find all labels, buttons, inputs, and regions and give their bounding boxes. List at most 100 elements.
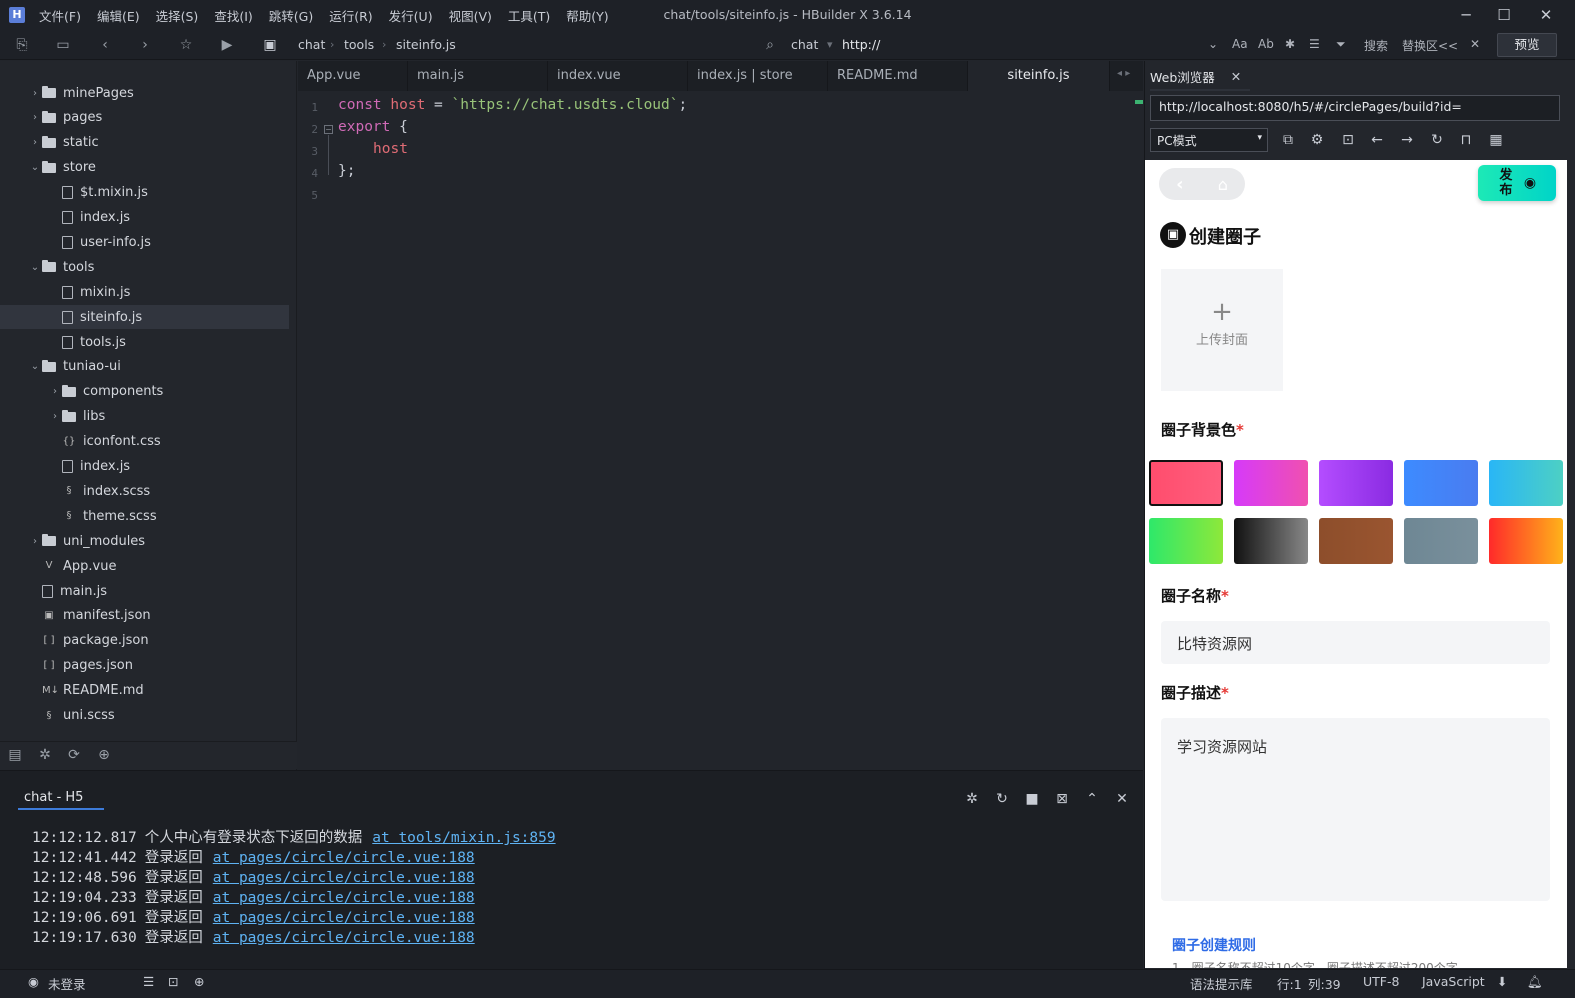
tree-item[interactable]: tools.js bbox=[0, 330, 289, 354]
source-control-icon[interactable]: ⟳ bbox=[64, 745, 84, 765]
chevron-right-icon[interactable]: › bbox=[28, 536, 42, 547]
screenshot-icon[interactable]: ⧉ bbox=[1278, 130, 1298, 150]
browser-url-input[interactable]: http://localhost:8080/h5/#/circlePages/b… bbox=[1150, 95, 1560, 121]
tree-item[interactable]: M↓ README.md bbox=[0, 679, 289, 703]
breadcrumb-item[interactable]: tools bbox=[344, 37, 374, 52]
log-source-link[interactable]: at tools/mixin.js:859 bbox=[372, 830, 555, 846]
debug-icon[interactable]: ✲ bbox=[35, 745, 55, 765]
search-button[interactable]: 搜索 bbox=[1364, 37, 1388, 54]
tree-item[interactable]: main.js bbox=[0, 579, 289, 603]
tree-item[interactable]: ▣ manifest.json bbox=[0, 604, 289, 628]
color-swatch[interactable] bbox=[1489, 518, 1563, 564]
maximize-icon[interactable]: ☐ bbox=[1493, 4, 1515, 26]
editor-tab[interactable]: main.js bbox=[408, 61, 548, 91]
chevron-right-icon[interactable]: › bbox=[48, 411, 62, 422]
chevron-down-icon[interactable]: ⌄ bbox=[28, 361, 42, 372]
color-swatch[interactable] bbox=[1404, 460, 1478, 506]
chevron-down-icon[interactable]: ⌄ bbox=[28, 162, 42, 173]
log-source-link[interactable]: at pages/circle/circle.vue:188 bbox=[213, 930, 475, 946]
new-file-icon[interactable]: ⎘ bbox=[12, 35, 32, 55]
maximize-panel-icon[interactable]: ⌃ bbox=[1082, 789, 1102, 809]
circle-desc-textarea[interactable]: 学习资源网站 bbox=[1161, 718, 1550, 901]
settings-icon[interactable]: ⚙ bbox=[1307, 130, 1327, 150]
menu-item[interactable]: 查找(I) bbox=[214, 6, 252, 25]
match-word-icon[interactable]: Ab bbox=[1258, 37, 1274, 51]
tab-scroll-icon[interactable]: ◂ ▸ bbox=[1117, 68, 1130, 79]
lock-icon[interactable]: ⊓ bbox=[1456, 130, 1476, 150]
fold-icon[interactable]: − bbox=[324, 125, 333, 134]
color-swatch[interactable] bbox=[1489, 460, 1563, 506]
chevron-down-icon[interactable]: ⌄ bbox=[28, 262, 42, 273]
color-swatch[interactable] bbox=[1234, 518, 1308, 564]
download-icon[interactable]: ⬇ bbox=[1497, 974, 1507, 989]
editor-tab[interactable]: index.js | store bbox=[688, 61, 828, 91]
code-editor[interactable]: 1 2 3 4 5 − const host = `https://chat.u… bbox=[298, 91, 1143, 769]
close-panel-icon[interactable]: ✕ bbox=[1112, 789, 1132, 809]
syntax-library[interactable]: 语法提示库 bbox=[1190, 974, 1253, 993]
tree-item[interactable]: › components bbox=[0, 380, 289, 404]
circle-name-input[interactable]: 比特资源网 bbox=[1161, 621, 1550, 664]
breadcrumb-item[interactable]: chat bbox=[298, 37, 325, 52]
menu-item[interactable]: 编辑(E) bbox=[97, 6, 140, 25]
chevron-right-icon[interactable]: › bbox=[28, 137, 42, 148]
tree-item[interactable]: siteinfo.js bbox=[0, 305, 289, 330]
tree-item[interactable]: › static bbox=[0, 131, 289, 155]
browse-icon[interactable]: ⌕ bbox=[760, 35, 780, 55]
restart-icon[interactable]: ↻ bbox=[992, 789, 1012, 809]
explorer-icon[interactable]: ▤ bbox=[5, 745, 25, 765]
replace-toggle[interactable]: 替换区<< bbox=[1402, 37, 1458, 54]
tree-item[interactable]: index.js bbox=[0, 206, 289, 230]
breadcrumb-item[interactable]: siteinfo.js bbox=[396, 37, 456, 52]
tree-item[interactable]: § uni.scss bbox=[0, 704, 289, 728]
bell-icon[interactable]: 🔔︎ bbox=[1527, 974, 1543, 990]
tree-item[interactable]: $t.mixin.js bbox=[0, 181, 289, 205]
close-tab-icon[interactable]: ✕ bbox=[1231, 69, 1241, 84]
stop-icon[interactable]: ■ bbox=[1022, 789, 1042, 809]
list-icon[interactable]: ☰ bbox=[1309, 37, 1320, 51]
tree-item[interactable]: › libs bbox=[0, 405, 289, 429]
menu-item[interactable]: 视图(V) bbox=[449, 6, 492, 25]
menu-item[interactable]: 选择(S) bbox=[156, 6, 199, 25]
outline-icon[interactable]: ☰ bbox=[143, 974, 154, 989]
log-source-link[interactable]: at pages/circle/circle.vue:188 bbox=[213, 870, 475, 886]
upload-cover[interactable]: + 上传封面 bbox=[1161, 269, 1283, 391]
color-swatch[interactable] bbox=[1319, 518, 1393, 564]
color-swatch[interactable] bbox=[1234, 460, 1308, 506]
forward-arrow-icon[interactable]: → bbox=[1397, 130, 1417, 150]
tree-item[interactable]: › pages bbox=[0, 106, 289, 130]
qrcode-icon[interactable]: ▦ bbox=[1486, 130, 1506, 150]
bug-icon[interactable]: ✲ bbox=[962, 789, 982, 809]
menu-item[interactable]: 运行(R) bbox=[329, 6, 372, 25]
tree-item[interactable]: {} iconfont.css bbox=[0, 430, 289, 454]
minimize-icon[interactable]: ─ bbox=[1455, 4, 1477, 26]
menu-item[interactable]: 工具(T) bbox=[508, 6, 550, 25]
color-swatch[interactable] bbox=[1319, 460, 1393, 506]
nav-back-icon[interactable]: ‹ bbox=[1176, 174, 1183, 195]
regex-icon[interactable]: ✱ bbox=[1285, 37, 1295, 51]
color-swatch[interactable] bbox=[1149, 460, 1223, 506]
tree-item[interactable]: ⌄ store bbox=[0, 156, 289, 180]
terminal-icon[interactable]: ⊡ bbox=[168, 974, 178, 989]
tree-item[interactable]: mixin.js bbox=[0, 280, 289, 304]
publish-button[interactable]: 发布 ◉ bbox=[1478, 165, 1556, 201]
console-tab[interactable]: chat - H5 bbox=[18, 790, 89, 805]
globe-icon[interactable]: ⊕ bbox=[194, 974, 204, 989]
editor-tab[interactable]: siteinfo.js bbox=[968, 61, 1110, 91]
tree-item[interactable]: user-info.js bbox=[0, 230, 289, 254]
log-source-link[interactable]: at pages/circle/circle.vue:188 bbox=[213, 890, 475, 906]
filter-icon[interactable]: ⏷ bbox=[1336, 37, 1346, 52]
editor-tab[interactable]: App.vue bbox=[298, 61, 408, 91]
console-icon[interactable]: ⊡ bbox=[1338, 130, 1358, 150]
menu-item[interactable]: 跳转(G) bbox=[269, 6, 313, 25]
plugin-icon[interactable]: ⊕ bbox=[94, 745, 114, 765]
match-case-icon[interactable]: Aa bbox=[1232, 37, 1248, 51]
close-icon[interactable]: ✕ bbox=[1535, 4, 1557, 26]
encoding[interactable]: UTF-8 bbox=[1363, 974, 1399, 989]
chevron-down-icon[interactable]: ⌄ bbox=[1208, 37, 1218, 51]
clear-icon[interactable]: ⊠ bbox=[1052, 789, 1072, 809]
color-swatch[interactable] bbox=[1404, 518, 1478, 564]
login-status[interactable]: 未登录 bbox=[48, 974, 86, 993]
language-mode[interactable]: JavaScript bbox=[1422, 974, 1485, 989]
chevron-right-icon[interactable]: › bbox=[28, 88, 42, 99]
tree-item[interactable]: index.js bbox=[0, 455, 289, 479]
